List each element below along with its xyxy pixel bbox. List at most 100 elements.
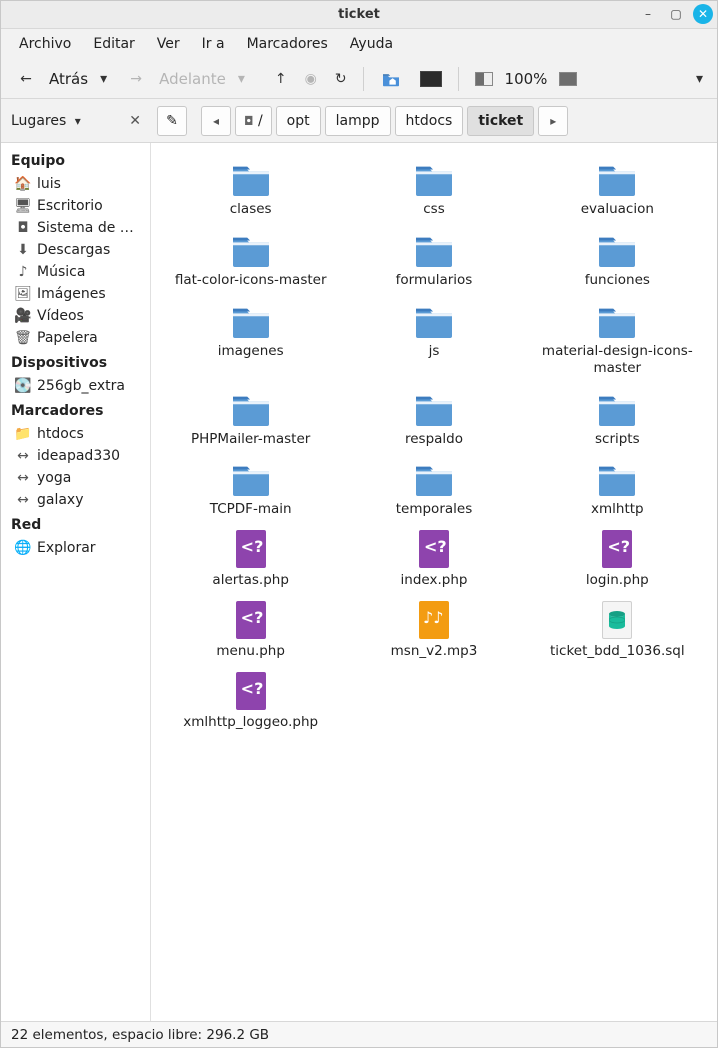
sidebar-item[interactable]: 📁htdocs [1, 423, 150, 445]
folder-icon [227, 387, 275, 427]
statusbar-text: 22 elementos, espacio libre: 296.2 GB [11, 1027, 269, 1043]
sidebar-section-title: Marcadores [1, 397, 150, 423]
sidebar-item-label: Papelera [37, 330, 98, 346]
sidebar-item[interactable]: ↔yoga [1, 467, 150, 489]
sidebar-item[interactable]: 🖼Imágenes [1, 283, 150, 305]
folder-item[interactable]: flat-color-icons-master [159, 228, 342, 289]
menu-ver[interactable]: Ver [147, 32, 190, 56]
window: ticket – ▢ ✕ Archivo Editar Ver Ir a Mar… [0, 0, 718, 1048]
back-label[interactable]: Atrás [49, 70, 88, 88]
folder-icon: 📁 [15, 426, 31, 442]
sidebar-item[interactable]: 🗑Papelera [1, 327, 150, 349]
close-panel-button[interactable]: ✕ [129, 113, 141, 129]
folder-item[interactable]: material-design-icons-master [526, 299, 709, 377]
folder-item[interactable]: funciones [526, 228, 709, 289]
folder-item[interactable]: xmlhttp [526, 457, 709, 518]
sidebar-item[interactable]: 🌐Explorar [1, 537, 150, 559]
sidebar-section-title: Dispositivos [1, 349, 150, 375]
zoom-in-button[interactable] [553, 65, 583, 93]
sidebar-item-label: 256gb_extra [37, 378, 125, 394]
back-button[interactable]: ← [9, 65, 43, 93]
titlebar: ticket – ▢ ✕ [1, 1, 717, 29]
breadcrumb-segment[interactable]: htdocs [395, 106, 464, 136]
folder-item[interactable]: PHPMailer-master [159, 387, 342, 448]
back-history-dropdown[interactable]: ▾ [94, 65, 113, 93]
up-button[interactable]: ↑ [269, 65, 293, 93]
audio-file-icon [419, 601, 449, 639]
folder-icon [593, 387, 641, 427]
breadcrumb-next[interactable]: ▸ [538, 106, 568, 136]
sidebar-item[interactable]: ↔galaxy [1, 489, 150, 511]
menu-ir-a[interactable]: Ir a [192, 32, 235, 56]
toolbar-separator [363, 67, 364, 91]
sidebar-item[interactable]: 🎥Vídeos [1, 305, 150, 327]
php-file-icon [236, 672, 266, 710]
menu-editar[interactable]: Editar [83, 32, 144, 56]
sidebar-item[interactable]: ↔ideapad330 [1, 445, 150, 467]
folder-item[interactable]: js [342, 299, 525, 377]
folder-item[interactable]: temporales [342, 457, 525, 518]
open-terminal-button[interactable] [414, 65, 448, 93]
folder-icon [410, 457, 458, 497]
file-name-label: formularios [396, 272, 473, 289]
file-item[interactable]: index.php [342, 528, 525, 589]
file-item[interactable]: login.php [526, 528, 709, 589]
breadcrumb: ✎ ◂ ◘ / opt lampp htdocs ticket ▸ [151, 106, 717, 136]
home-button[interactable] [374, 65, 408, 93]
file-panel[interactable]: clasescssevaluacion flat-color-icons-mast… [151, 143, 717, 1021]
sidebar-item[interactable]: ⬇Descargas [1, 239, 150, 261]
chevron-down-icon: ▾ [100, 71, 107, 87]
sidebar-item[interactable]: ♪Música [1, 261, 150, 283]
file-item[interactable]: msn_v2.mp3 [342, 599, 525, 660]
places-panel-header[interactable]: Lugares ▾ ✕ [1, 113, 151, 129]
file-item[interactable]: alertas.php [159, 528, 342, 589]
sidebar-section-title: Red [1, 511, 150, 537]
breadcrumb-root[interactable]: ◘ / [235, 106, 272, 136]
maximize-button[interactable]: ▢ [665, 3, 687, 25]
breadcrumb-prev[interactable]: ◂ [201, 106, 231, 136]
zoom-out-button[interactable] [469, 65, 499, 93]
file-item[interactable]: ticket_bdd_1036.sql [526, 599, 709, 660]
folder-item[interactable]: scripts [526, 387, 709, 448]
folder-item[interactable]: imagenes [159, 299, 342, 377]
download-icon: ⬇ [15, 242, 31, 258]
breadcrumb-segment[interactable]: lampp [325, 106, 391, 136]
sidebar-item[interactable]: 🖥Escritorio [1, 195, 150, 217]
menu-ayuda[interactable]: Ayuda [340, 32, 403, 56]
folder-icon [410, 387, 458, 427]
home-icon: 🏠 [15, 176, 31, 192]
file-item[interactable]: xmlhttp_loggeo.php [159, 670, 342, 731]
breadcrumb-segment[interactable]: opt [276, 106, 321, 136]
forward-button[interactable]: → [119, 65, 153, 93]
edit-path-button[interactable]: ✎ [157, 106, 187, 136]
folder-item[interactable]: clases [159, 157, 342, 218]
file-name-label: alertas.php [212, 572, 288, 589]
zoom-level-label: 100% [505, 70, 548, 88]
breadcrumb-segment-current[interactable]: ticket [467, 106, 534, 136]
stop-button[interactable]: ◉ [299, 65, 323, 93]
forward-arrow-icon: → [125, 68, 147, 90]
view-mode-dropdown[interactable]: ▾ [690, 65, 709, 93]
file-item[interactable]: menu.php [159, 599, 342, 660]
folder-item[interactable]: TCPDF-main [159, 457, 342, 518]
menu-marcadores[interactable]: Marcadores [237, 32, 338, 56]
folder-item[interactable]: css [342, 157, 525, 218]
menu-archivo[interactable]: Archivo [9, 32, 81, 56]
minimize-button[interactable]: – [637, 3, 659, 25]
reload-button[interactable]: ↻ [329, 65, 353, 93]
menubar: Archivo Editar Ver Ir a Marcadores Ayuda [1, 29, 717, 59]
sidebar-places[interactable]: Equipo🏠luis🖥Escritorio◘Sistema de …⬇Desc… [1, 143, 151, 1021]
folder-item[interactable]: formularios [342, 228, 525, 289]
sidebar-item[interactable]: ◘Sistema de … [1, 217, 150, 239]
zoom-half-icon [475, 72, 493, 86]
file-name-label: js [429, 343, 440, 360]
folder-item[interactable]: respaldo [342, 387, 525, 448]
forward-history-dropdown[interactable]: ▾ [232, 65, 251, 93]
sidebar-item[interactable]: 🏠luis [1, 173, 150, 195]
toolbar: ← Atrás ▾ → Adelante ▾ ↑ ◉ ↻ 100% ▾ [1, 59, 717, 99]
close-button[interactable]: ✕ [693, 4, 713, 24]
folder-item[interactable]: evaluacion [526, 157, 709, 218]
sidebar-item[interactable]: 💽256gb_extra [1, 375, 150, 397]
terminal-icon [420, 71, 442, 87]
folder-icon [593, 299, 641, 339]
